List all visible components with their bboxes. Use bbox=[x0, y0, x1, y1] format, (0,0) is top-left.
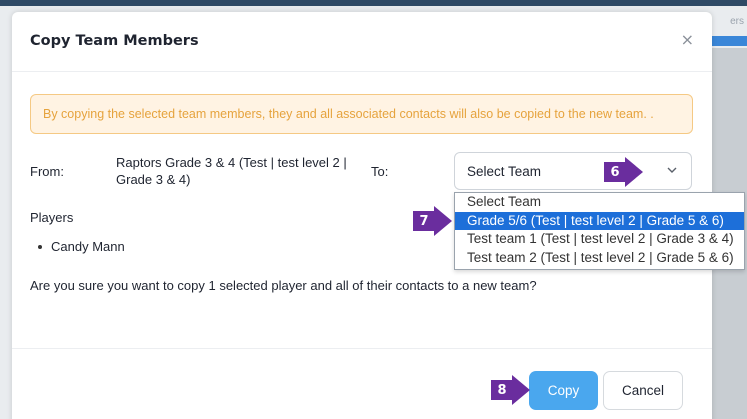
from-label: From: bbox=[30, 164, 64, 179]
bullet-icon bbox=[38, 244, 42, 249]
modal-title: Copy Team Members bbox=[30, 33, 199, 49]
team-select[interactable]: Select Team bbox=[454, 152, 692, 190]
to-label: To: bbox=[371, 164, 389, 179]
arrow-right-icon bbox=[434, 206, 452, 236]
close-icon[interactable]: × bbox=[681, 32, 694, 48]
dropdown-option-grade-5-6[interactable]: Grade 5/6 (Test | test level 2 | Grade 5… bbox=[455, 211, 744, 230]
from-team-value: Raptors Grade 3 & 4 (Test | test level 2… bbox=[116, 155, 347, 187]
cancel-button[interactable]: Cancel bbox=[603, 371, 683, 410]
team-select-value: Select Team bbox=[467, 164, 542, 179]
player-list-item: Candy Mann bbox=[38, 239, 125, 254]
dropdown-option-select-team[interactable]: Select Team bbox=[455, 193, 744, 212]
players-label: Players bbox=[30, 210, 74, 225]
dropdown-option-test-team-1[interactable]: Test team 1 (Test | test level 2 | Grade… bbox=[455, 230, 744, 249]
arrow-right-icon bbox=[625, 157, 643, 187]
confirmation-text: Are you sure you want to copy 1 selected… bbox=[30, 278, 537, 293]
background-top-bar bbox=[0, 0, 747, 6]
callout-6: 6 bbox=[604, 157, 643, 187]
callout-8: 8 bbox=[491, 375, 530, 405]
callout-7: 7 bbox=[413, 206, 452, 236]
dropdown-option-test-team-2[interactable]: Test team 2 (Test | test level 2 | Grade… bbox=[455, 249, 744, 268]
background-blue-strip bbox=[712, 36, 747, 46]
modal-header: Copy Team Members × bbox=[12, 12, 712, 72]
footer-divider bbox=[12, 348, 712, 349]
warning-banner: By copying the selected team members, th… bbox=[30, 94, 693, 134]
copy-team-members-modal: Copy Team Members × By copying the selec… bbox=[12, 12, 745, 419]
team-dropdown-list: Select Team Grade 5/6 (Test | test level… bbox=[454, 192, 745, 270]
chevron-down-icon bbox=[667, 167, 677, 173]
copy-button[interactable]: Copy bbox=[529, 371, 598, 410]
player-name: Candy Mann bbox=[51, 239, 125, 254]
callout-badge: 7 bbox=[413, 211, 435, 231]
callout-badge: 6 bbox=[604, 162, 626, 182]
arrow-right-icon bbox=[512, 375, 530, 405]
background-corner-text: ers bbox=[730, 16, 744, 27]
callout-badge: 8 bbox=[491, 380, 513, 400]
